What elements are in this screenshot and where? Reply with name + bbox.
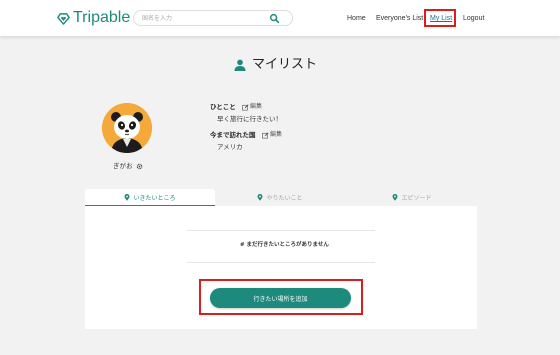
tab-label: やりたいこと (266, 194, 303, 202)
diamond-heart-icon (57, 12, 70, 25)
panda-avatar-image (102, 103, 152, 153)
bio-value: 早く旅行に行きたい！ (217, 115, 282, 123)
tab-label: いきたいところ (133, 194, 176, 202)
divider (187, 230, 375, 231)
edit-bio-label: 編集 (250, 103, 263, 110)
edit-icon (262, 131, 269, 138)
username: ぎがお (113, 162, 143, 170)
divider (187, 262, 375, 263)
tab-bar: いきたいところ やりたいこと エピソード (85, 189, 477, 207)
gear-icon[interactable] (136, 163, 143, 170)
search-input[interactable] (142, 12, 267, 24)
page-title-text: マイリスト (252, 57, 318, 72)
edit-visited-label: 編集 (270, 131, 283, 138)
nav-logout-link[interactable]: Logout (463, 14, 484, 23)
edit-bio-button[interactable]: 編集 (242, 103, 262, 111)
search-bar (133, 10, 293, 26)
map-pin-icon (257, 193, 264, 201)
avatar (102, 103, 152, 153)
map-pin-icon (124, 193, 131, 201)
tab-want-to-do[interactable]: やりたいこと (215, 189, 345, 205)
tab-label: エピソード (401, 194, 432, 202)
add-button-highlight-box (199, 279, 363, 315)
visited-label: 今まで訪れた国 (210, 131, 256, 139)
user-icon (234, 59, 246, 71)
tab-episode[interactable]: エピソード (347, 189, 477, 205)
page-title: マイリスト (234, 57, 317, 73)
tab-want-to-go[interactable]: いきたいところ (85, 189, 215, 207)
logo[interactable]: Tripable (57, 9, 130, 27)
edit-visited-button[interactable]: 編集 (262, 131, 282, 139)
top-navbar: Tripable Home Everyone's List My List Lo… (0, 0, 560, 36)
nav-home-link[interactable]: Home (347, 14, 366, 23)
mylist-highlight-box (424, 9, 456, 27)
map-pin-icon (392, 193, 399, 201)
logo-text: Tripable (73, 9, 131, 26)
edit-icon (242, 103, 249, 110)
username-text: ぎがお (113, 162, 133, 170)
visited-value: アメリカ (217, 143, 243, 151)
bio-label: ひとこと (210, 103, 236, 111)
search-icon[interactable] (269, 13, 280, 24)
empty-list-message: # まだ行きたいところがありません (240, 242, 329, 248)
nav-everyone-link[interactable]: Everyone's List (376, 14, 423, 23)
